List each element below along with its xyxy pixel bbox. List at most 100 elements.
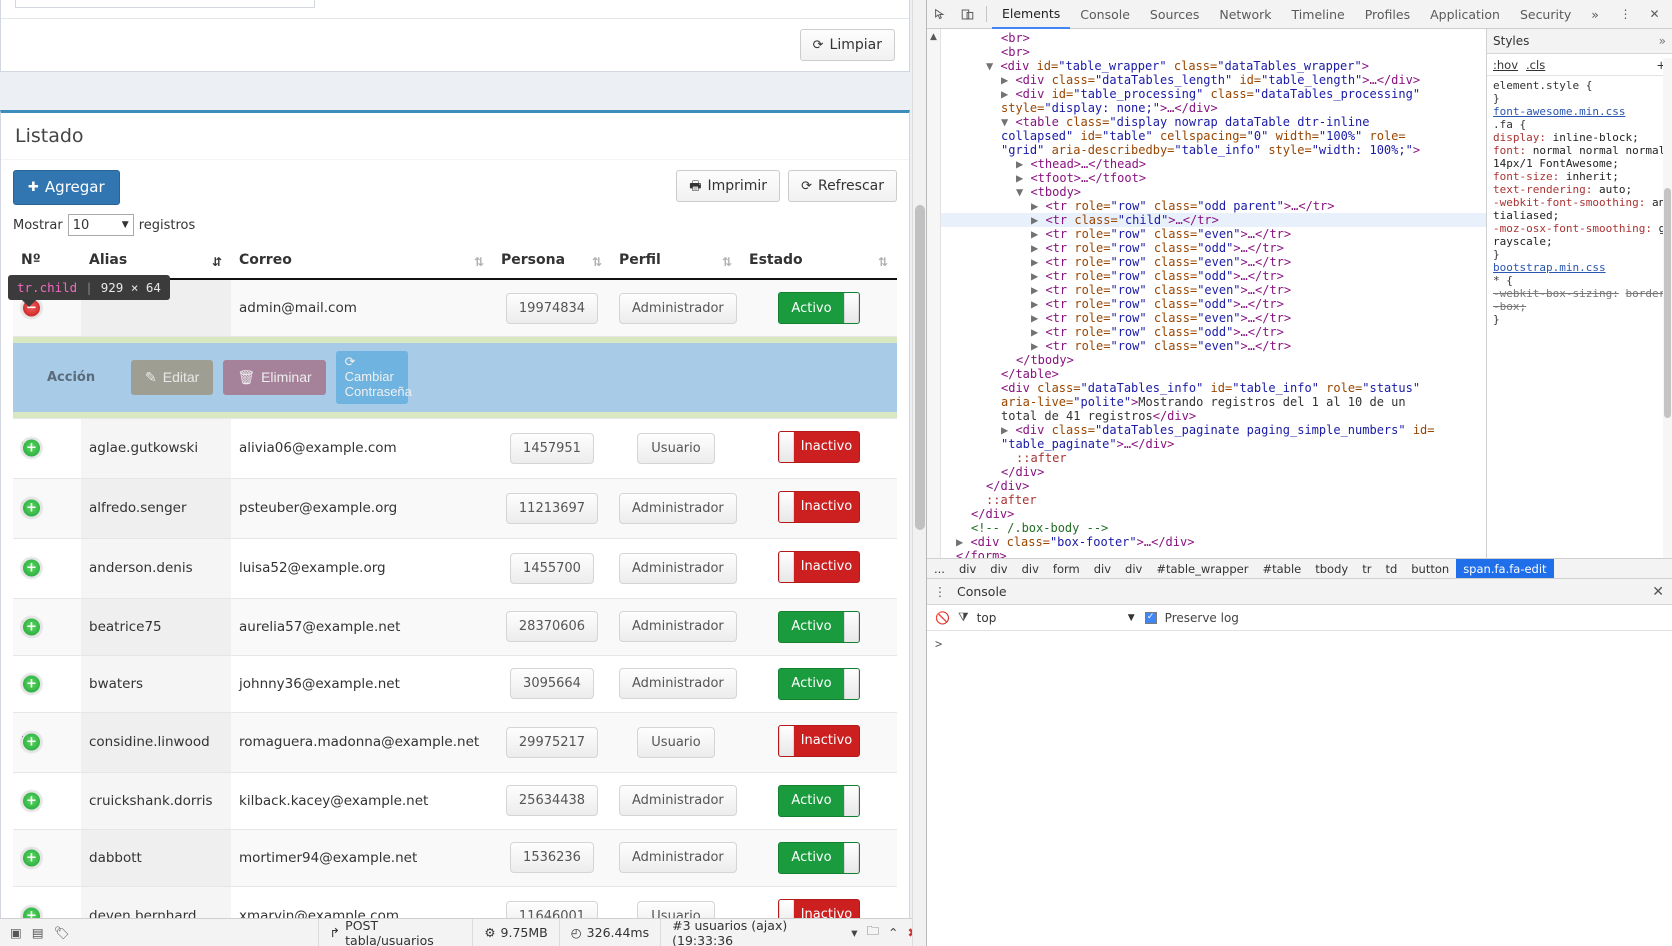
preserve-log-checkbox[interactable]: ✓: [1144, 611, 1157, 624]
chevron-up-icon[interactable]: ⌃: [888, 925, 898, 940]
tab-console[interactable]: Console: [949, 584, 1015, 599]
hover-state-toggle[interactable]: :hov: [1493, 58, 1518, 72]
edit-button[interactable]: ✎ Editar: [131, 359, 214, 395]
dom-tree-line[interactable]: ▶ <div class="dataTables_paginate paging…: [941, 423, 1486, 437]
style-declaration[interactable]: text-rendering: auto;: [1493, 183, 1666, 196]
dom-tree-line[interactable]: ▶ <tr role="row" class="odd parent">…</t…: [941, 199, 1486, 213]
dom-tree-line[interactable]: ▶ <tr role="row" class="even">…</tr>: [941, 255, 1486, 269]
dom-tree-line[interactable]: ▼ <div id="table_wrapper" class="dataTab…: [941, 59, 1486, 73]
style-source-file[interactable]: font-awesome.min.css: [1493, 105, 1666, 118]
table-row[interactable]: +9dabbottmortimer94@example.net 1536236 Ad…: [13, 829, 897, 887]
persona-badge[interactable]: 11213697: [505, 492, 599, 524]
cell-num[interactable]: +6: [13, 655, 81, 713]
filter-select[interactable]: Elija... ▼: [15, 0, 315, 8]
print-button[interactable]: 🖶 Imprimir: [676, 170, 781, 202]
dom-tree-line[interactable]: </div>: [941, 507, 1486, 521]
style-declaration[interactable]: -moz-osx-font-smoothing: grayscale;: [1493, 222, 1666, 248]
page-scrollbar[interactable]: [912, 0, 926, 946]
persona-badge[interactable]: 3095664: [510, 668, 594, 700]
column-header-persona[interactable]: Persona ⇅: [493, 246, 611, 280]
cell-num[interactable]: +3: [13, 478, 81, 539]
tab-application[interactable]: Application: [1420, 0, 1510, 29]
perfil-badge[interactable]: Administrador: [619, 611, 737, 643]
folder-icon[interactable]: 🗀: [867, 922, 880, 943]
status-toggle[interactable]: Inactivo: [778, 550, 860, 583]
device-toggle-icon[interactable]: [954, 1, 981, 28]
tab-timeline[interactable]: Timeline: [1282, 0, 1355, 29]
dom-tree-line[interactable]: aria-live="polite">Mostrando registros d…: [941, 395, 1486, 409]
tab-console[interactable]: Console: [1070, 0, 1140, 29]
dom-tree-scrollbar[interactable]: ▲: [927, 29, 941, 558]
style-selector[interactable]: element.style {: [1493, 79, 1666, 92]
expand-row-icon[interactable]: +: [21, 847, 42, 869]
chevron-down-icon[interactable]: ▾: [851, 925, 857, 940]
dom-tree-line[interactable]: ▶ <tr role="row" class="odd">…</tr>: [941, 325, 1486, 339]
expand-row-icon[interactable]: +: [21, 673, 42, 695]
style-declaration[interactable]: font-size: inherit;: [1493, 170, 1666, 183]
status-toggle[interactable]: Activo: [778, 610, 860, 643]
breadcrumb-item[interactable]: form: [1046, 559, 1087, 578]
status-toggle[interactable]: Inactivo: [778, 724, 860, 757]
style-declaration[interactable]: display: inline-block;: [1493, 131, 1666, 144]
length-select[interactable]: 10 ▼: [67, 214, 134, 236]
console-context-select[interactable]: top ▼: [977, 611, 1137, 625]
expand-row-icon[interactable]: +: [21, 731, 42, 753]
expand-row-icon[interactable]: +: [21, 616, 42, 638]
dom-tree-line[interactable]: <br>: [941, 31, 1486, 45]
dom-tree-line[interactable]: collapsed" id="table" cellspacing="0" wi…: [941, 129, 1486, 143]
window-icon[interactable]: ▣: [10, 925, 22, 940]
expand-row-icon[interactable]: +: [21, 437, 42, 459]
close-icon[interactable]: ✕: [1641, 1, 1668, 28]
perfil-badge[interactable]: Administrador: [619, 668, 737, 700]
style-rule[interactable]: element.style {}: [1493, 79, 1666, 105]
dom-tree-line[interactable]: </tbody>: [941, 353, 1486, 367]
dom-tree-line[interactable]: total de 41 registros</div>: [941, 409, 1486, 423]
dom-tree-line[interactable]: ▶ <tr role="row" class="odd">…</tr>: [941, 269, 1486, 283]
perfil-badge[interactable]: Administrador: [619, 552, 737, 584]
debugbar-item[interactable]: ↱ POST tabla/usuarios: [317, 918, 473, 946]
dom-tree-line[interactable]: <br>: [941, 45, 1486, 59]
table-row[interactable]: +4anderson.denisluisa52@example.org 14557…: [13, 538, 897, 599]
styles-rules[interactable]: element.style {} font-awesome.min.css .fa …: [1487, 76, 1672, 329]
no-entry-icon[interactable]: 🚫: [935, 611, 950, 625]
devtools-tabs-overflow[interactable]: »: [1581, 0, 1609, 29]
page-scrollbar-thumb[interactable]: [915, 205, 925, 530]
breadcrumb-item[interactable]: div: [1118, 559, 1149, 578]
dom-tree-line[interactable]: ▶ <div id="table_processing" class="data…: [941, 87, 1486, 101]
dom-tree-line[interactable]: ::after: [941, 493, 1486, 507]
cell-num[interactable]: +5: [13, 598, 81, 656]
persona-badge[interactable]: 1455700: [510, 552, 594, 584]
status-toggle[interactable]: Activo: [778, 841, 860, 874]
refresh-button[interactable]: ⟳ Refrescar: [788, 170, 897, 202]
style-rule[interactable]: font-awesome.min.css .fa {display: inline…: [1493, 105, 1666, 261]
cell-num[interactable]: +4: [13, 538, 81, 599]
dom-tree-line[interactable]: ▶ <tr role="row" class="even">…</tr>: [941, 311, 1486, 325]
dom-tree-line[interactable]: <!-- /.box-body -->: [941, 521, 1486, 535]
persona-badge[interactable]: 1536236: [510, 842, 594, 874]
dom-tree-line[interactable]: </form>: [941, 549, 1486, 558]
debugbar-item[interactable]: #3 usuarios (ajax) (19:33:36: [660, 918, 851, 946]
dom-tree-line[interactable]: ▶ <tr class="child">…</tr>: [941, 213, 1486, 227]
status-toggle[interactable]: Inactivo: [778, 490, 860, 523]
perfil-badge[interactable]: Usuario: [637, 726, 715, 758]
tag-icon[interactable]: 🏷: [54, 925, 70, 941]
table-row[interactable]: +7considine.linwoodromaguera.madonna@exa…: [13, 712, 897, 773]
persona-badge[interactable]: 25634438: [505, 785, 599, 817]
breadcrumb-item[interactable]: #table: [1255, 559, 1308, 578]
style-selector[interactable]: * {: [1493, 274, 1666, 287]
table-row[interactable]: +5beatrice75aurelia57@example.net 2837060…: [13, 598, 897, 656]
style-declaration[interactable]: -webkit-box-sizing: border-box;: [1493, 287, 1666, 313]
breadcrumb-item[interactable]: tr: [1355, 559, 1378, 578]
dom-tree-line[interactable]: ▶ <div class="dataTables_length" id="tab…: [941, 73, 1486, 87]
cell-num[interactable]: +8: [13, 772, 81, 830]
table-row[interactable]: +3alfredo.sengerpsteuber@example.org 1121…: [13, 478, 897, 539]
dom-tree-line[interactable]: ▶ <tr role="row" class="even">…</tr>: [941, 283, 1486, 297]
expand-row-icon[interactable]: +: [21, 497, 42, 519]
perfil-badge[interactable]: Administrador: [619, 785, 737, 817]
breadcrumb-item[interactable]: div: [1087, 559, 1118, 578]
style-selector[interactable]: .fa {: [1493, 118, 1666, 131]
breadcrumb-item[interactable]: td: [1378, 559, 1404, 578]
column-header-estado[interactable]: Estado ⇅: [741, 246, 897, 280]
breadcrumb-item[interactable]: #table_wrapper: [1149, 559, 1255, 578]
table-row[interactable]: +2aglae.gutkowskialivia06@example.com 145…: [13, 418, 897, 479]
